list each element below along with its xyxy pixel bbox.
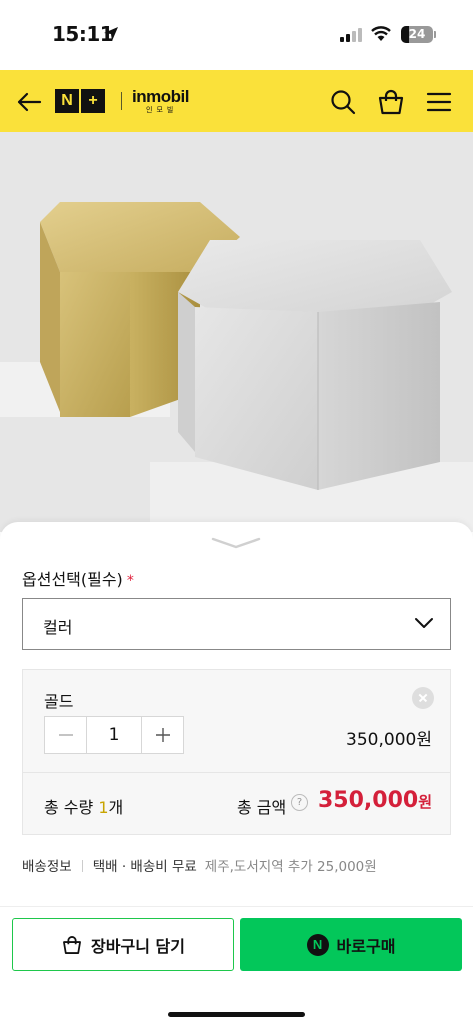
item-price: 350,000원 (346, 730, 432, 750)
search-icon[interactable] (328, 87, 358, 117)
divider (81, 860, 83, 872)
buy-now-label: 바로구매 (336, 936, 396, 956)
total-qty-label: 총 수량 (44, 798, 99, 817)
total-qty-value: 1 (98, 798, 109, 817)
product-image (0, 132, 473, 532)
naver-plus-logo[interactable]: N + (55, 89, 105, 113)
minus-icon (58, 734, 73, 736)
total-amount-value: 350,000 (317, 788, 419, 813)
buy-now-button[interactable]: N 바로구매 (240, 918, 462, 971)
brand-name: inmobil (132, 87, 189, 106)
total-qty-unit: 개 (108, 798, 124, 817)
total-amount: 350,000원 (318, 788, 432, 813)
selected-item-box: 골드 1 350,000원 총 수량 1개 총 금액 ? 350,000원 (22, 669, 451, 835)
shipping-info: 배송정보 택배 · 배송비 무료 제주,도서지역 추가 25,000원 (22, 855, 377, 875)
chevron-down-icon (415, 618, 433, 628)
divider (23, 772, 450, 773)
sheet-collapse-handle-icon[interactable] (210, 536, 262, 550)
signal-icon (340, 28, 362, 42)
logo-badge-plus: + (81, 89, 105, 113)
shopping-bag-icon[interactable] (376, 87, 406, 117)
decrease-quantity-button[interactable] (45, 717, 86, 753)
location-arrow-icon (104, 27, 118, 41)
option-section-title: 옵션선택(필수) * (22, 566, 134, 590)
help-icon[interactable]: ? (291, 794, 308, 811)
brand-logo[interactable]: inmobil 인모빌 (132, 87, 189, 115)
wifi-icon (371, 26, 391, 41)
option-bottom-sheet: 옵션선택(필수) * 컬러 골드 1 350,000원 총 수량 1개 총 금액 … (0, 522, 473, 1024)
shipping-method: 택배 · 배송비 무료 (92, 859, 197, 875)
quantity-value[interactable]: 1 (86, 717, 142, 753)
selected-item-name: 골드 (44, 692, 74, 711)
menu-icon[interactable] (424, 87, 454, 117)
divider (0, 906, 473, 907)
add-to-cart-label: 장바구니 담기 (91, 936, 185, 956)
shipping-extra-fee: 제주,도서지역 추가 25,000원 (204, 859, 377, 875)
quantity-stepper: 1 (44, 716, 184, 754)
app-header: N + inmobil 인모빌 (0, 70, 473, 132)
logo-divider (121, 92, 122, 110)
logo-badge-n: N (55, 89, 79, 113)
battery-level: 24 (408, 27, 426, 41)
required-mark: * (126, 573, 134, 589)
naver-n-icon: N (306, 933, 329, 956)
total-quantity: 총 수량 1개 (44, 794, 123, 818)
total-amount-unit: 원 (418, 793, 432, 811)
add-to-cart-button[interactable]: 장바구니 담기 (12, 918, 234, 971)
option-title-text: 옵션선택(필수) (22, 570, 123, 589)
back-arrow-icon[interactable] (14, 87, 44, 117)
hexagon-tables-illustration (0, 132, 473, 532)
status-bar: 15:11 24 (0, 0, 473, 70)
shipping-label: 배송정보 (22, 859, 72, 875)
color-option-select[interactable]: 컬러 (22, 598, 451, 650)
total-amount-label: 총 금액 (237, 798, 287, 817)
brand-sub: 인모빌 (146, 106, 178, 114)
select-value: 컬러 (43, 618, 73, 637)
remove-item-icon[interactable] (412, 687, 434, 709)
increase-quantity-button[interactable] (142, 717, 183, 753)
home-indicator[interactable] (168, 1012, 305, 1017)
plus-icon (155, 728, 170, 742)
battery-icon: 24 (401, 26, 433, 43)
shopping-bag-icon (63, 935, 81, 954)
